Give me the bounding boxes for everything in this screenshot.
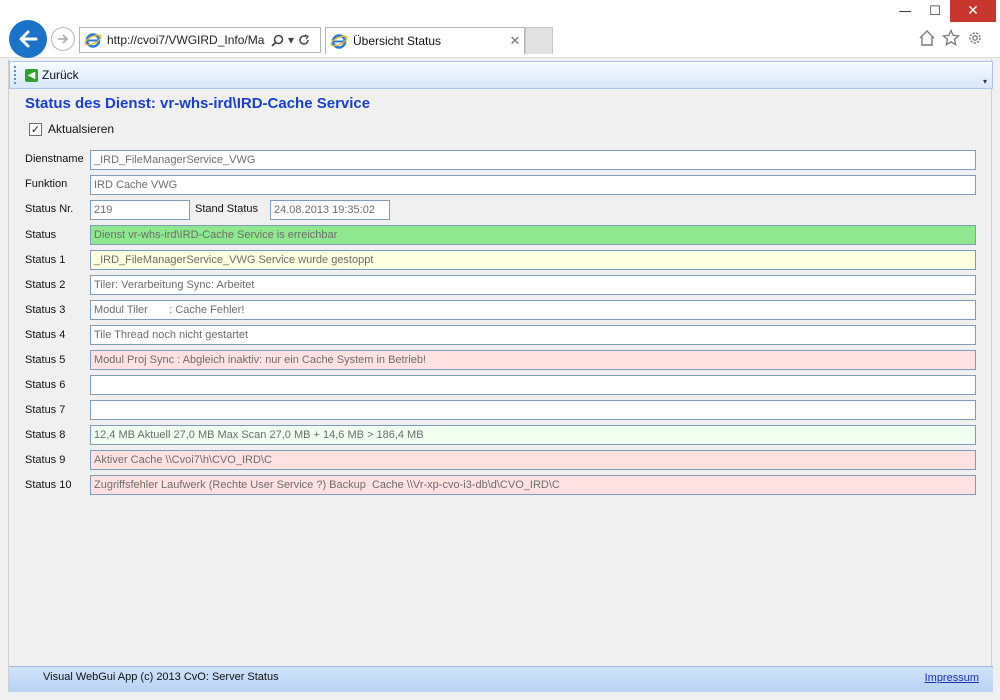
refresh-icon[interactable] [298, 34, 310, 46]
impressum-link[interactable]: Impressum [925, 672, 979, 684]
status-line-label: Status 7 [25, 404, 66, 416]
status-line-label: Status 1 [25, 254, 66, 266]
arrow-right-icon [58, 34, 69, 44]
new-tab-button[interactable] [525, 27, 553, 54]
refresh-checkbox[interactable]: ✓ [29, 122, 42, 136]
page-title: Status des Dienst: vr-whs-ird\IRD-Cache … [25, 95, 371, 112]
home-icon[interactable] [917, 29, 937, 49]
arrow-left-icon [19, 30, 38, 48]
back-button[interactable]: ◀ Zurück [25, 68, 79, 82]
dienstname-field[interactable]: _IRD_FileManagerService_VWG [90, 150, 976, 170]
status-line-label: Status 9 [25, 454, 66, 466]
status-line-label: Status 2 [25, 279, 66, 291]
status-line-label: Status 4 [25, 329, 66, 341]
back-button-label: Zurück [42, 68, 79, 82]
refresh-checkbox-row[interactable]: ✓ Aktualsieren [29, 122, 114, 136]
toolbar: ◀ Zurück ▾ [9, 61, 993, 89]
browser-back-button[interactable] [9, 20, 47, 58]
status-line-field[interactable] [90, 400, 976, 420]
status-label: Status [25, 229, 57, 241]
status-line-label: Status 3 [25, 304, 66, 316]
dienstname-label: Dienstname [25, 153, 84, 165]
status-line-field[interactable]: Tile Thread noch nicht gestartet [90, 325, 976, 345]
funktion-field[interactable]: IRD Cache VWG [90, 175, 976, 195]
browser-tab-active[interactable]: Übersicht Status ✕ [325, 27, 525, 54]
status-nr-label: Status Nr. [25, 203, 74, 215]
status-line-field[interactable]: Modul Proj Sync : Abgleich inaktiv: nur … [90, 350, 976, 370]
refresh-checkbox-label: Aktualsieren [48, 122, 115, 136]
tab-close-button[interactable]: ✕ [506, 34, 524, 49]
address-bar[interactable]: http://cvoi7/VWGIRD_Info/Ma ▾ [79, 27, 321, 53]
status-line-field[interactable]: Zugriffsfehler Laufwerk (Rechte User Ser… [90, 475, 976, 495]
status-line-field[interactable]: Aktiver Cache \\Cvoi7\h\CVO_IRD\C [90, 450, 976, 470]
footer-bar: Visual WebGui App (c) 2013 CvO: Server S… [9, 666, 993, 692]
favorites-star-icon[interactable] [941, 28, 961, 49]
status-line-field[interactable] [90, 375, 976, 395]
status-field[interactable]: Dienst vr-whs-ird\IRD-Cache Service is e… [90, 225, 976, 245]
page-content: ◀ Zurück ▾ Status des Dienst: vr-whs-ird… [8, 59, 993, 692]
window-minimize-button[interactable]: — [890, 0, 920, 22]
dropdown-arrow-icon[interactable]: ▾ [288, 33, 294, 47]
status-line-field[interactable]: _IRD_FileManagerService_VWG Service wurd… [90, 250, 976, 270]
ie-logo-icon [84, 33, 102, 48]
funktion-label: Funktion [25, 178, 68, 190]
status-line-label: Status 8 [25, 429, 66, 441]
browser-forward-button[interactable] [51, 27, 75, 51]
search-icon[interactable] [271, 34, 284, 47]
stand-status-field[interactable]: 24.08.2013 19:35:02 [270, 200, 390, 220]
status-nr-field[interactable]: 219 [90, 200, 190, 220]
browser-chrome: — ☐ ✕ http://cvoi7/VWGIRD_Info/Ma ▾ Über… [0, 0, 1000, 58]
toolbar-grip[interactable] [14, 66, 20, 84]
status-line-label: Status 10 [25, 479, 72, 491]
status-line-label: Status 5 [25, 354, 66, 366]
window-maximize-button[interactable]: ☐ [920, 0, 950, 22]
stand-status-label: Stand Status [195, 203, 258, 215]
address-url[interactable]: http://cvoi7/VWGIRD_Info/Ma [107, 33, 267, 47]
settings-gear-icon[interactable] [965, 29, 985, 49]
ie-logo-icon [330, 34, 348, 49]
footer-text: Visual WebGui App (c) 2013 CvO: Server S… [43, 671, 279, 683]
status-line-field[interactable]: Tiler: Verarbeitung Sync: Arbeitet [90, 275, 976, 295]
status-line-field[interactable]: Modul Tiler : Cache Fehler! [90, 300, 976, 320]
back-arrow-icon: ◀ [25, 68, 38, 82]
window-close-button[interactable]: ✕ [950, 0, 996, 22]
tab-title: Übersicht Status [353, 34, 442, 48]
toolbar-overflow-icon[interactable]: ▾ [980, 77, 990, 87]
status-line-field[interactable]: 12,4 MB Aktuell 27,0 MB Max Scan 27,0 MB… [90, 425, 976, 445]
status-line-label: Status 6 [25, 379, 66, 391]
